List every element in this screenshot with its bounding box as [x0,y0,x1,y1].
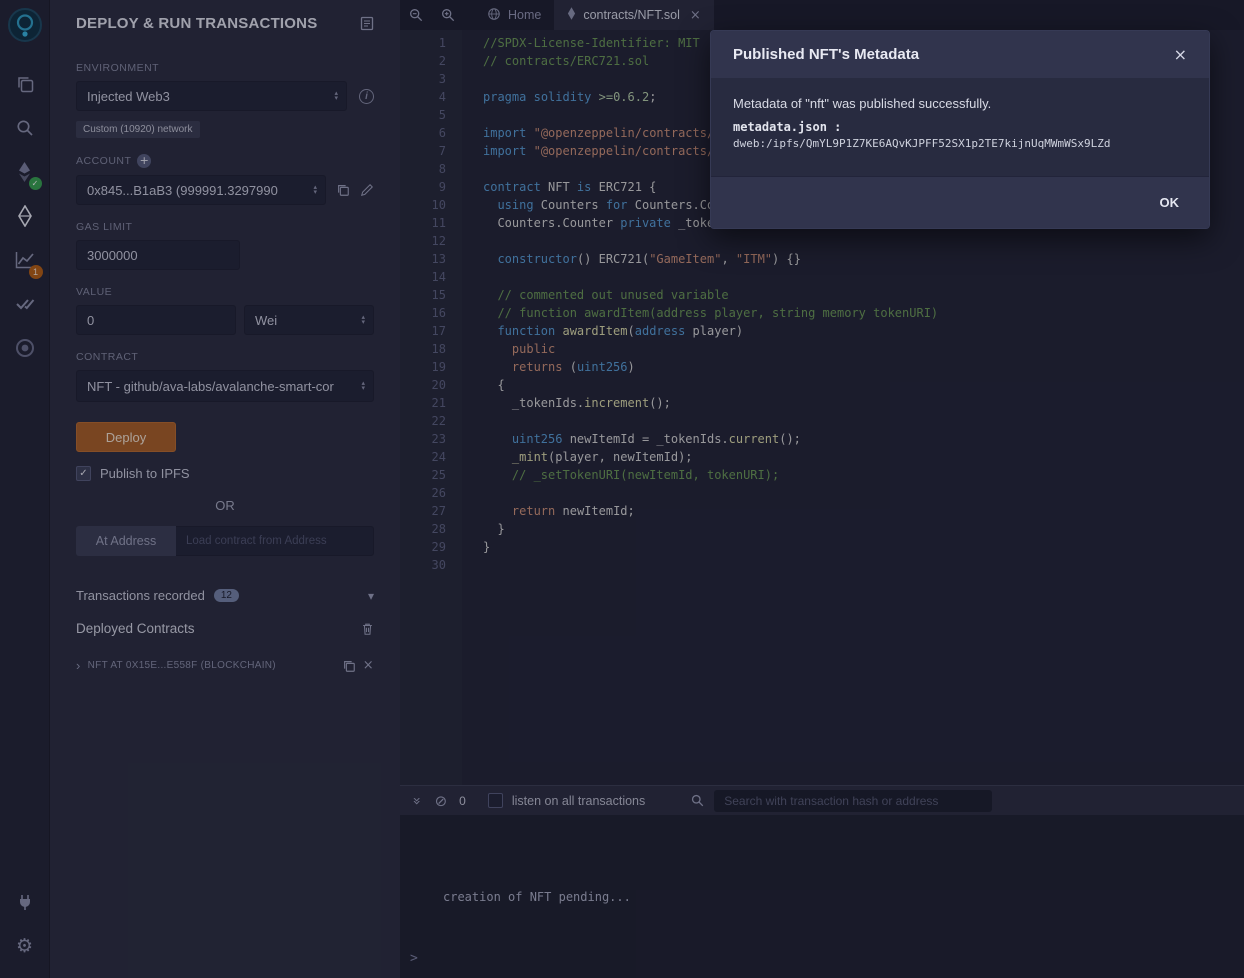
modal-title: Published NFT's Metadata [733,46,919,63]
modal-file-label: metadata.json : [733,120,1187,134]
modal-close-icon[interactable]: × [1174,45,1187,64]
remix-app: ✓ 1 [0,0,1244,978]
ok-button[interactable]: OK [1152,189,1188,216]
modal-message: Metadata of "nft" was published successf… [733,96,1187,111]
published-metadata-modal: Published NFT's Metadata × Metadata of "… [710,30,1210,229]
modal-ipfs-url: dweb:/ipfs/QmYL9P1Z7KE6AQvKJPFF52SX1p2TE… [733,137,1187,150]
